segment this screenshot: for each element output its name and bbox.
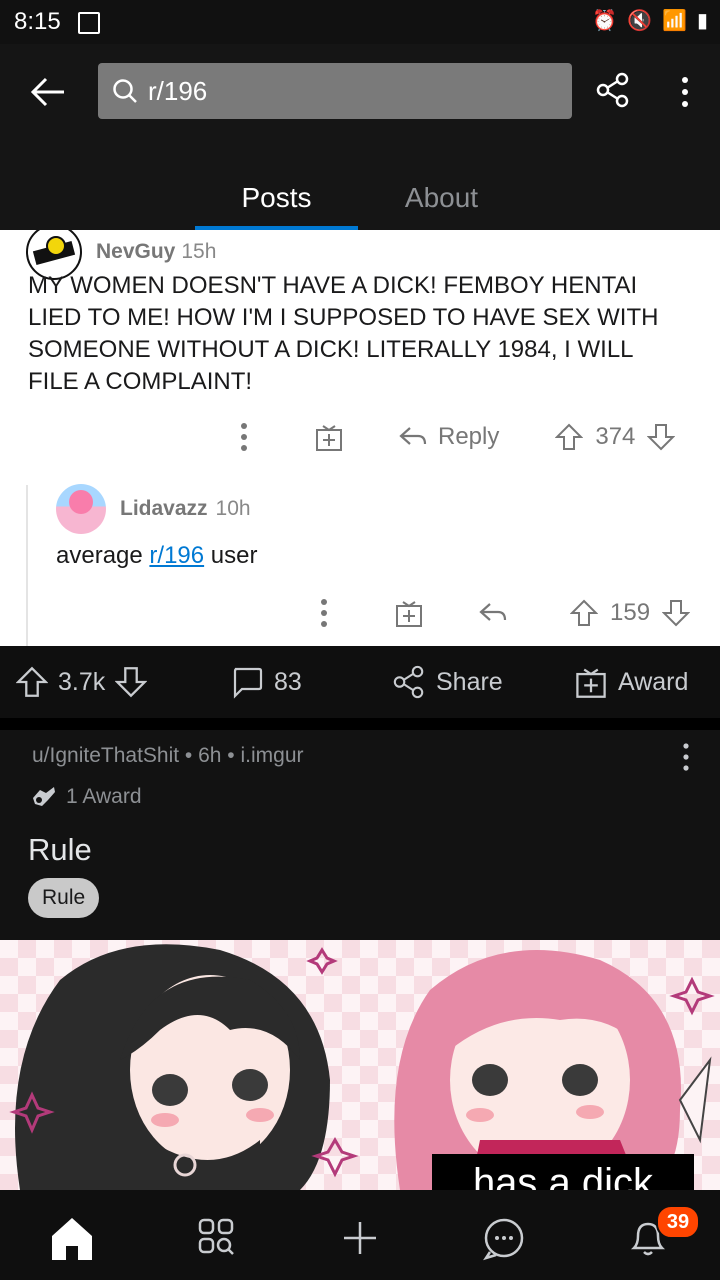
subreddit-link[interactable]: r/196 xyxy=(149,542,204,569)
illustration xyxy=(9,944,715,1190)
award-label: Award xyxy=(618,667,689,696)
comment-text: user xyxy=(204,542,258,569)
award-icon xyxy=(33,787,55,806)
chat-icon[interactable] xyxy=(474,1208,534,1268)
post-card[interactable]: u/IgniteThatShit • 6h • i.imgur 1 Award … xyxy=(0,730,720,940)
comment-body: average r/196 user xyxy=(56,542,257,570)
comment-icon xyxy=(233,667,263,699)
upvote-icon[interactable] xyxy=(555,423,584,451)
wifi-icon: 📶 xyxy=(662,10,687,32)
thread-line[interactable] xyxy=(26,485,28,646)
post-vote-group: 3.7k xyxy=(16,666,148,698)
post-image[interactable]: has a dick xyxy=(0,940,720,1190)
award-count: 1 Award xyxy=(66,785,142,808)
alarm-icon: ⏰ xyxy=(592,10,618,32)
post-title[interactable]: Rule xyxy=(28,832,92,868)
share-label: Share xyxy=(436,667,503,696)
app-bar: Posts About xyxy=(0,44,720,230)
notification-badge: 39 xyxy=(656,1205,700,1239)
back-arrow-icon[interactable] xyxy=(30,74,66,110)
more-options-icon[interactable] xyxy=(670,74,700,110)
mute-icon: 🔇 xyxy=(627,10,653,32)
gift-icon xyxy=(576,668,606,698)
gift-icon[interactable] xyxy=(314,422,344,452)
tab-posts[interactable]: Posts xyxy=(195,168,358,228)
comment-body: MY WOMEN DOESN'T HAVE A DICK! FEMBOY HEN… xyxy=(28,272,659,395)
gift-icon[interactable] xyxy=(394,598,424,628)
comment-actions: 159 xyxy=(312,596,691,630)
status-time: 8:15 xyxy=(14,8,61,35)
more-options-icon[interactable] xyxy=(232,420,256,454)
comment-author[interactable]: NevGuy xyxy=(96,240,175,264)
share-icon xyxy=(393,665,424,699)
tab-about[interactable]: About xyxy=(360,168,523,228)
vote-count: 159 xyxy=(610,599,651,626)
discover-icon[interactable] xyxy=(186,1208,246,1268)
avatar[interactable] xyxy=(56,484,106,534)
share-icon[interactable] xyxy=(596,72,630,108)
share-button[interactable]: Share xyxy=(392,665,503,699)
comment-author[interactable]: Lidavazz xyxy=(120,497,208,521)
award-button[interactable]: Award xyxy=(574,665,688,699)
reply-icon[interactable] xyxy=(478,600,508,626)
upvote-icon[interactable] xyxy=(570,599,598,627)
sim-icon xyxy=(78,12,100,34)
divider xyxy=(0,718,720,730)
comment-time: 10h xyxy=(215,497,251,520)
more-options-icon[interactable] xyxy=(312,596,336,630)
tab-bar: Posts About xyxy=(0,168,720,230)
award-summary[interactable]: 1 Award xyxy=(30,784,142,810)
upvote-icon[interactable] xyxy=(16,666,48,698)
post-action-bar: 3.7k 83 Share Award xyxy=(0,646,720,718)
battery-icon: ▮ xyxy=(696,10,708,32)
status-bar: 8:15 ⏰ 🔇 📶 ▮ xyxy=(0,0,720,44)
search-input[interactable] xyxy=(146,74,530,108)
comments-section: NevGuy 15h MY WOMEN DOESN'T HAVE A DICK!… xyxy=(0,230,720,646)
post-flair[interactable]: Rule xyxy=(28,878,100,918)
comment-actions: Reply 374 xyxy=(232,420,676,454)
reply-icon[interactable] xyxy=(398,424,428,450)
post-vote-count: 3.7k xyxy=(58,667,106,696)
post-meta[interactable]: u/IgniteThatShit • 6h • i.imgur xyxy=(32,744,304,768)
comments-button[interactable]: 83 xyxy=(230,665,302,699)
home-icon[interactable] xyxy=(42,1208,102,1268)
downvote-icon[interactable] xyxy=(647,423,676,451)
vote-count: 374 xyxy=(595,423,636,450)
search-icon xyxy=(113,79,137,103)
comment-text: average xyxy=(56,542,150,569)
search-bar[interactable] xyxy=(98,63,572,119)
image-caption: has a dick xyxy=(432,1154,694,1190)
bottom-navigation xyxy=(0,1190,720,1280)
downvote-icon[interactable] xyxy=(115,666,148,698)
reply-button[interactable]: Reply xyxy=(438,423,499,451)
create-post-icon[interactable] xyxy=(330,1208,390,1268)
status-icons: ⏰ 🔇 📶 ▮ xyxy=(592,8,708,33)
comment-count: 83 xyxy=(274,667,302,696)
comment-author-row: Lidavazz 10h xyxy=(56,484,251,534)
downvote-icon[interactable] xyxy=(662,599,691,627)
comment-time: 15h xyxy=(181,240,217,263)
more-options-icon[interactable] xyxy=(674,742,698,772)
